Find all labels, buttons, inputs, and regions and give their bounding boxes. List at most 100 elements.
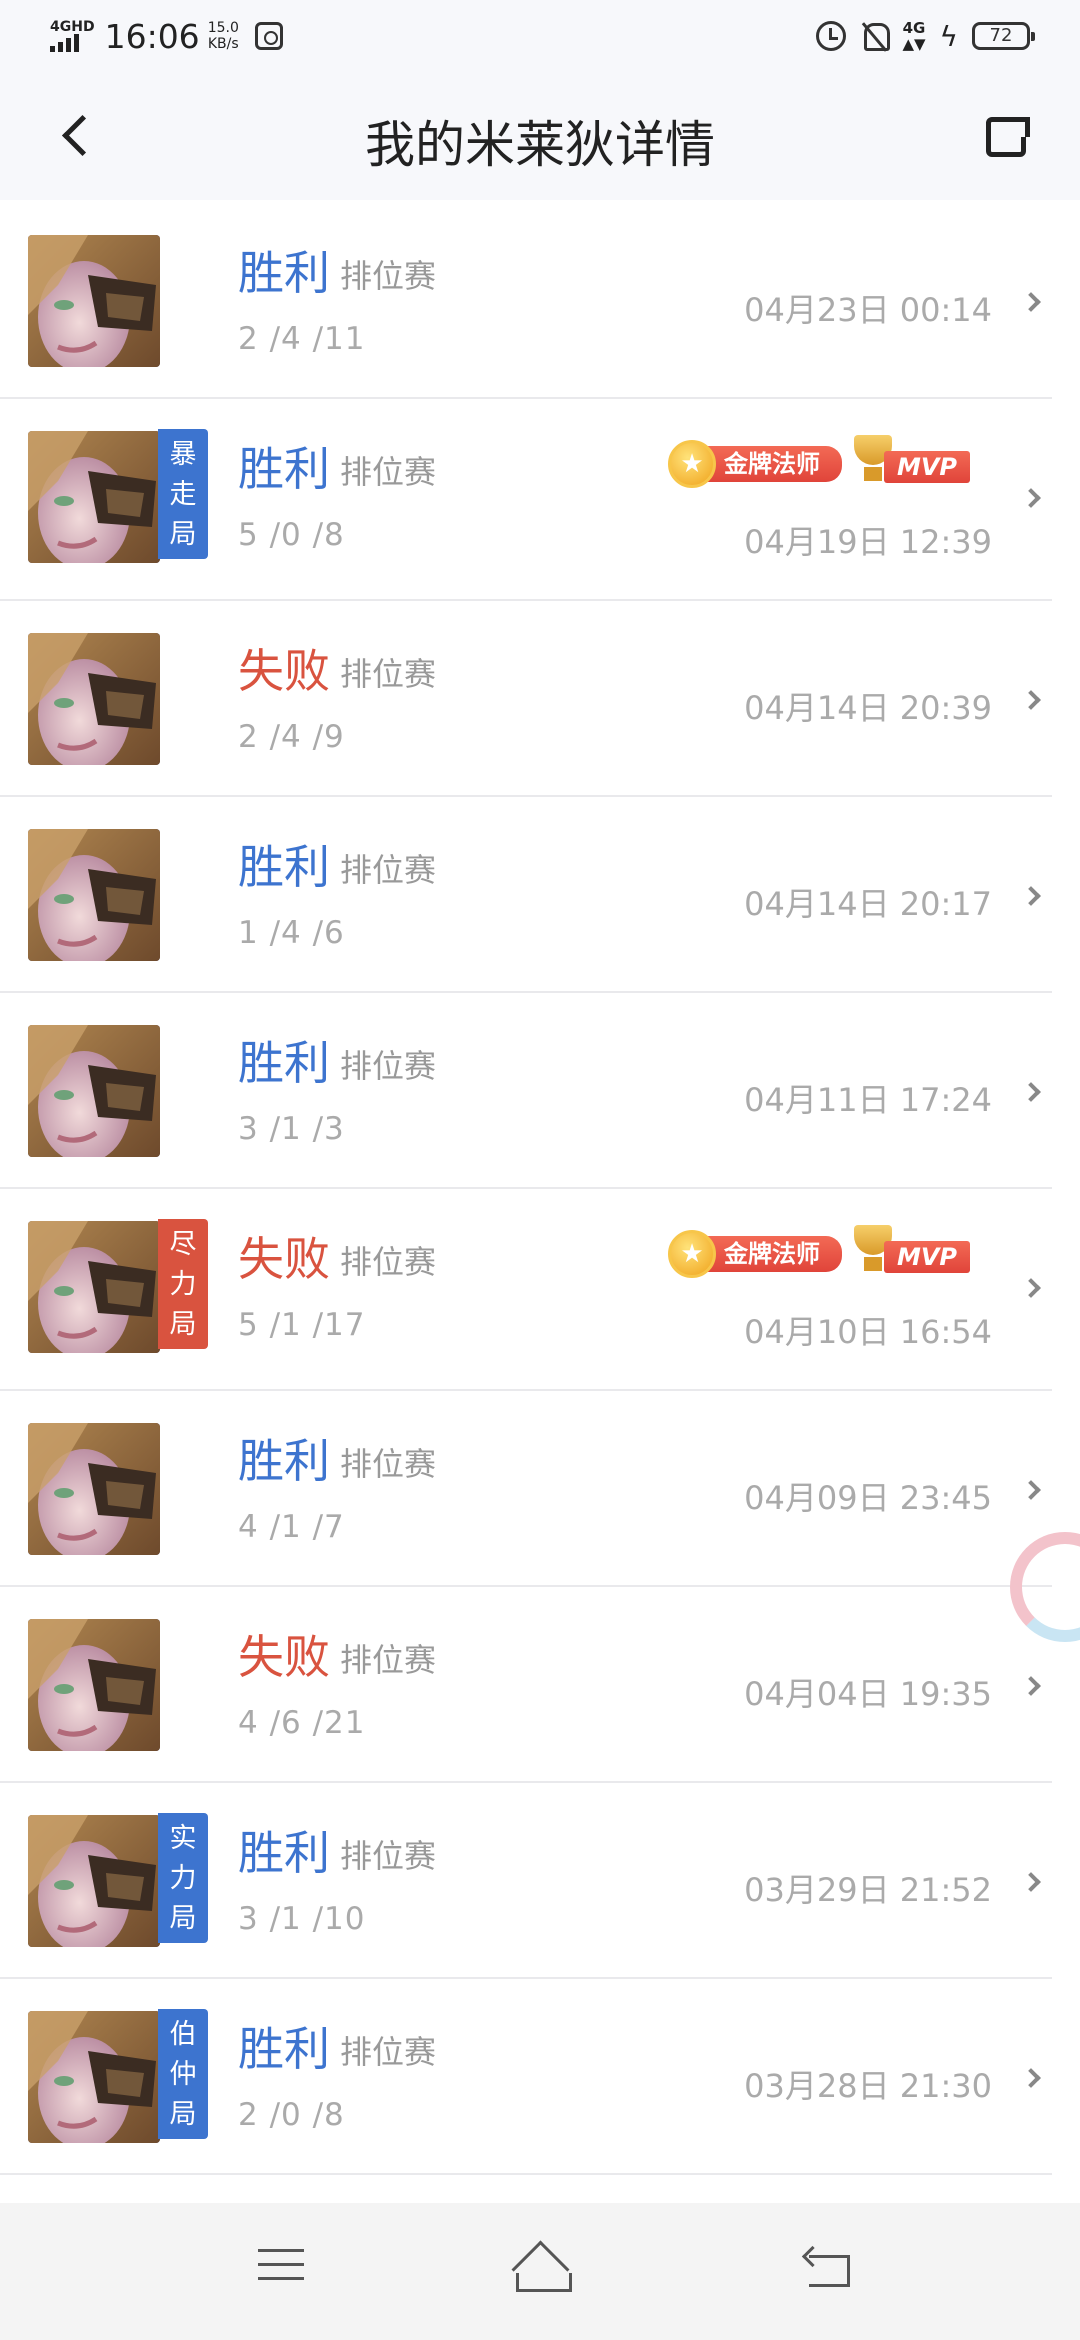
status-bar: 4GHD 16:06 15.0 KB/s 4G ▲▼ ϟ 72 [0,0,1080,75]
charging-icon: ϟ [939,19,958,53]
match-mode: 排位赛 [340,1047,437,1085]
match-mode: 排位赛 [340,1243,437,1281]
network-label: 4GHD [50,19,95,35]
hero-avatar [28,1423,160,1555]
app-notification-icon [254,22,283,50]
match-datetime: 04月04日 19:35 [744,1675,992,1713]
match-datetime: 04月11日 17:24 [744,1081,992,1119]
clock: 16:06 [104,16,200,56]
gold-medal-badge: ★ 金牌法师 [668,1229,842,1279]
chevron-right-icon [1021,1278,1041,1298]
net-type-icon: 4G ▲▼ [902,19,926,53]
match-kda: 5 /1 /17 [238,1307,366,1343]
match-row[interactable]: 胜利 排位赛 3 /1 /3 04月11日 17:24 [0,993,1052,1189]
chevron-right-icon [1021,886,1041,906]
chevron-right-icon [1021,690,1041,710]
hero-avatar [28,431,160,563]
match-mode: 排位赛 [340,453,437,491]
match-result: 失败 [238,644,330,698]
mvp-badge: MVP [848,435,970,491]
match-tag: 实力局 [158,1813,208,1943]
chevron-right-icon [1021,292,1041,312]
match-datetime: 03月28日 21:30 [744,2067,992,2105]
chevron-right-icon [1021,2068,1041,2088]
match-kda: 2 /0 /8 [238,2097,345,2133]
hero-avatar [28,633,160,765]
match-mode: 排位赛 [340,1837,437,1875]
battery-icon: 72 [972,22,1035,50]
match-mode: 排位赛 [340,851,437,889]
hero-avatar [28,1221,160,1353]
menu-icon[interactable] [258,2249,304,2289]
mvp-badge: MVP [848,1225,970,1281]
match-mode: 排位赛 [340,655,437,693]
match-tag: 暴走局 [158,429,208,559]
match-result: 胜利 [238,840,330,894]
match-row[interactable]: 失败 排位赛 4 /6 /21 04月04日 19:35 [0,1587,1052,1783]
match-datetime: 03月29日 21:52 [744,1871,992,1909]
match-kda: 3 /1 /10 [238,1901,366,1937]
match-tag: 伯仲局 [158,2009,208,2139]
share-icon[interactable] [976,103,1040,167]
back-icon[interactable] [805,2247,851,2287]
match-row[interactable]: 实力局胜利 排位赛 3 /1 /10 03月29日 21:52 [0,1783,1052,1979]
gold-medal-badge: ★ 金牌法师 [668,439,842,489]
chevron-right-icon [1021,488,1041,508]
page-title: 我的米莱狄详情 [365,116,715,174]
match-result: 胜利 [238,1826,330,1880]
mute-bell-icon [860,21,891,51]
app-header: 我的米莱狄详情 [0,75,1080,200]
system-nav-bar [0,2203,1080,2340]
hero-avatar [28,829,160,961]
match-row[interactable]: 胜利 排位赛 4 /1 /7 04月09日 23:45 [0,1391,1052,1587]
match-datetime: 04月19日 12:39 [744,523,992,561]
hero-avatar [28,1025,160,1157]
match-kda: 4 /6 /21 [238,1705,366,1741]
match-result: 失败 [238,1630,330,1684]
match-row[interactable]: 胜利 排位赛 1 /4 /6 04月14日 20:17 [0,797,1052,993]
match-datetime: 04月09日 23:45 [744,1479,992,1517]
speed-value: 15.0 [207,20,239,36]
match-mode: 排位赛 [340,257,437,295]
match-row[interactable]: 胜利 排位赛 2 /4 /11 04月23日 00:14 [0,203,1052,399]
match-row[interactable]: 失败 排位赛 2 /4 /9 04月14日 20:39 [0,601,1052,797]
star-icon: ★ [668,1230,716,1278]
speed-unit: KB/s [207,36,239,52]
hero-avatar [28,235,160,367]
match-datetime: 04月10日 16:54 [744,1313,992,1351]
match-result: 胜利 [238,442,330,496]
signal-icon: 4GHD [50,20,95,52]
match-mode: 排位赛 [340,1445,437,1483]
match-row[interactable]: 暴走局胜利 排位赛 5 /0 /8 ★ 金牌法师 MVP 04月19日 12:39 [0,399,1052,601]
match-kda: 5 /0 /8 [238,517,345,553]
alarm-icon [816,21,847,51]
network-speed: 15.0 KB/s [208,20,239,52]
hero-avatar [28,2011,160,2143]
match-mode: 排位赛 [340,1641,437,1679]
match-kda: 1 /4 /6 [238,915,345,951]
match-list: 胜利 排位赛 2 /4 /11 04月23日 00:14 暴走局胜利 排位赛 5 /0 /… [0,203,1080,2175]
star-icon: ★ [668,440,716,488]
match-kda: 2 /4 /11 [238,321,366,357]
home-icon[interactable] [510,2243,572,2293]
match-result: 胜利 [238,2022,330,2076]
match-kda: 2 /4 /9 [238,719,345,755]
match-kda: 3 /1 /3 [238,1111,345,1147]
match-row[interactable]: 尽力局失败 排位赛 5 /1 /17 ★ 金牌法师 MVP 04月10日 16:54 [0,1189,1052,1391]
match-row[interactable]: 伯仲局胜利 排位赛 2 /0 /8 03月28日 21:30 [0,1979,1052,2175]
match-mode: 排位赛 [340,2033,437,2071]
match-result: 胜利 [238,1036,330,1090]
chevron-right-icon [1021,1676,1041,1696]
match-result: 胜利 [238,1434,330,1488]
hero-avatar [28,1815,160,1947]
match-tag: 尽力局 [158,1219,208,1349]
match-datetime: 04月23日 00:14 [744,291,992,329]
match-result: 胜利 [238,246,330,300]
chevron-right-icon [1021,1082,1041,1102]
hero-avatar [28,1619,160,1751]
match-result: 失败 [238,1232,330,1286]
match-kda: 4 /1 /7 [238,1509,345,1545]
match-datetime: 04月14日 20:17 [744,885,992,923]
battery-level: 72 [989,25,1013,46]
chevron-right-icon [1021,1480,1041,1500]
